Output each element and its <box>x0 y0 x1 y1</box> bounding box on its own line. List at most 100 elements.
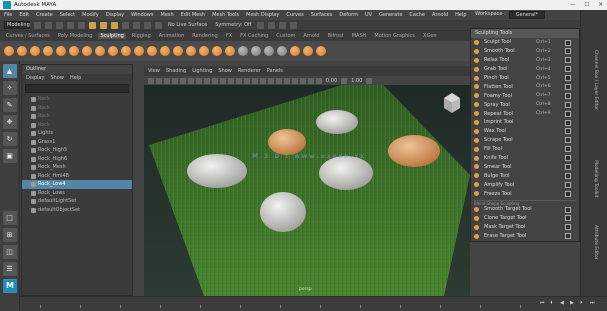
rotate-tool-icon[interactable]: ↻ <box>2 132 17 146</box>
sculpt-brush-icon[interactable] <box>4 46 14 56</box>
flatten-tool-item[interactable]: Flatten Tool Ctrl+6 <box>471 82 579 91</box>
side-by-side-view-icon[interactable]: ◫ <box>2 245 17 259</box>
menu-deform[interactable]: Deform <box>339 12 358 18</box>
render-settings-icon[interactable] <box>279 21 287 29</box>
hypershade-icon[interactable] <box>290 21 298 29</box>
motion-blur-icon[interactable] <box>252 77 258 84</box>
shelf-tab[interactable]: Rigging <box>130 33 153 39</box>
wireframe-icon[interactable] <box>204 77 210 84</box>
textured-icon[interactable] <box>220 77 226 84</box>
go-to-start-icon[interactable]: ⏮ <box>540 300 545 306</box>
menu-curves[interactable]: Curves <box>286 12 303 18</box>
shelf-tab[interactable]: Bifrost <box>326 33 346 39</box>
menu-surfaces[interactable]: Surfaces <box>311 12 333 18</box>
option-box[interactable] <box>565 101 571 108</box>
select-hierarchy-icon[interactable] <box>89 21 96 29</box>
play-back-icon[interactable]: ◀ <box>560 300 565 306</box>
snap-grid-icon[interactable] <box>122 21 129 29</box>
scrape-brush-icon[interactable] <box>147 46 157 56</box>
attribute-editor-tab[interactable]: Attribute Editor <box>593 225 598 260</box>
viewport-menu-panels[interactable]: Panels <box>267 68 283 74</box>
knife-tool-item[interactable]: Knife Tool <box>471 154 579 163</box>
live-surface-status[interactable]: No Live Surface <box>166 22 209 28</box>
shelf-tab-active[interactable]: Sculpting <box>98 33 126 39</box>
outliner-item[interactable]: Rock_Mesh <box>22 163 132 172</box>
menu-uv[interactable]: UV <box>365 12 372 18</box>
convert-freeze-icon[interactable] <box>238 46 248 56</box>
freeze-tool-item[interactable]: Freeze Tool <box>471 189 579 198</box>
outliner-item[interactable]: Rock <box>22 104 132 113</box>
shelf-tab[interactable]: Curves / Surfaces <box>4 33 52 39</box>
menu-generate[interactable]: Generate <box>379 12 402 18</box>
smear-tool-item[interactable]: Smear Tool <box>471 162 579 171</box>
outliner-layout-icon[interactable]: ☰ <box>2 262 17 276</box>
select-component-icon[interactable] <box>111 21 118 29</box>
shadows-icon[interactable] <box>236 77 242 84</box>
camera-attributes-icon[interactable] <box>156 77 162 84</box>
shelf-tab[interactable]: Custom <box>274 33 297 39</box>
outliner-menu-show[interactable]: Show <box>50 74 64 82</box>
menu-cache[interactable]: Cache <box>409 12 425 18</box>
menu-edit-mesh[interactable]: Edit Mesh <box>181 12 205 18</box>
paint-select-icon[interactable]: ✎ <box>2 98 17 112</box>
viewport-menu-lighting[interactable]: Lighting <box>192 68 212 74</box>
shelf-tab[interactable]: FX <box>224 33 234 39</box>
option-box[interactable] <box>565 215 571 222</box>
freeze-brush-icon[interactable] <box>225 46 235 56</box>
undo-icon[interactable] <box>67 21 74 29</box>
option-box[interactable] <box>565 233 571 240</box>
outliner-item[interactable]: Rock <box>22 121 132 130</box>
option-box[interactable] <box>565 83 571 90</box>
option-box[interactable] <box>565 172 571 179</box>
imprint-tool-item[interactable]: Imprint Tool <box>471 118 579 127</box>
gamma-value-icon[interactable] <box>341 77 348 84</box>
relax-brush-icon[interactable] <box>30 46 40 56</box>
wax-brush-icon[interactable] <box>134 46 144 56</box>
exposure-icon[interactable] <box>316 77 322 84</box>
outliner-item[interactable]: Rock_High5 <box>22 146 132 155</box>
channel-box-tab[interactable]: Channel Box / Layer Editor <box>593 50 598 110</box>
go-to-end-icon[interactable]: ⏭ <box>590 300 595 306</box>
gamma-value[interactable]: 1.00 <box>349 78 364 84</box>
step-back-icon[interactable]: ⏴ <box>550 300 555 306</box>
backface-culling-icon[interactable] <box>300 77 306 84</box>
maximize-button[interactable]: ☐ <box>584 0 589 10</box>
outliner-item[interactable]: Rock <box>22 112 132 121</box>
camera-select-icon[interactable] <box>148 77 154 84</box>
lights-icon[interactable] <box>228 77 234 84</box>
grab-brush-icon[interactable] <box>43 46 53 56</box>
smooth-target-icon[interactable] <box>290 46 300 56</box>
option-box[interactable] <box>565 75 571 82</box>
menu-modify[interactable]: Modify <box>82 12 99 18</box>
step-forward-icon[interactable]: ⏵ <box>580 300 585 306</box>
unfreeze-icon[interactable] <box>264 46 274 56</box>
outliner-item[interactable]: Rock_Hmi4B <box>22 172 132 181</box>
bookmark-icon[interactable] <box>164 77 170 84</box>
outliner-item[interactable]: Lights <box>22 129 132 138</box>
render-icon[interactable] <box>257 21 265 29</box>
option-box[interactable] <box>565 181 571 188</box>
clone-target-tool-item[interactable]: Clone Target Tool <box>471 214 579 223</box>
menu-mesh[interactable]: Mesh <box>160 12 173 18</box>
single-view-icon[interactable]: □ <box>2 211 17 225</box>
outliner-item[interactable]: Grass1 <box>22 138 132 147</box>
repeat-tool-item[interactable]: Repeat Tool Ctrl+9 <box>471 109 579 118</box>
relax-tool-item[interactable]: Relax Tool Ctrl+3 <box>471 56 579 65</box>
snap-point-icon[interactable] <box>144 21 151 29</box>
shelf-tab[interactable]: Animation <box>157 33 187 39</box>
clone-target-icon[interactable] <box>303 46 313 56</box>
shelf-tab[interactable]: Motion Graphics <box>372 33 417 39</box>
outliner-item[interactable]: defaultObjectSet <box>22 206 132 215</box>
outliner-search-input[interactable] <box>25 84 129 93</box>
option-box[interactable] <box>565 190 571 197</box>
bulge-brush-icon[interactable] <box>199 46 209 56</box>
new-scene-icon[interactable] <box>34 21 41 29</box>
color-management-icon[interactable] <box>366 77 373 84</box>
four-view-icon[interactable]: ⊞ <box>2 228 17 242</box>
menu-mesh-tools[interactable]: Mesh Tools <box>212 12 239 18</box>
option-box[interactable] <box>565 48 571 55</box>
ambient-occlusion-icon[interactable] <box>244 77 250 84</box>
option-box[interactable] <box>565 128 571 135</box>
pinch-tool-item[interactable]: Pinch Tool Ctrl+5 <box>471 74 579 83</box>
viewport-menu-view[interactable]: View <box>148 68 160 74</box>
